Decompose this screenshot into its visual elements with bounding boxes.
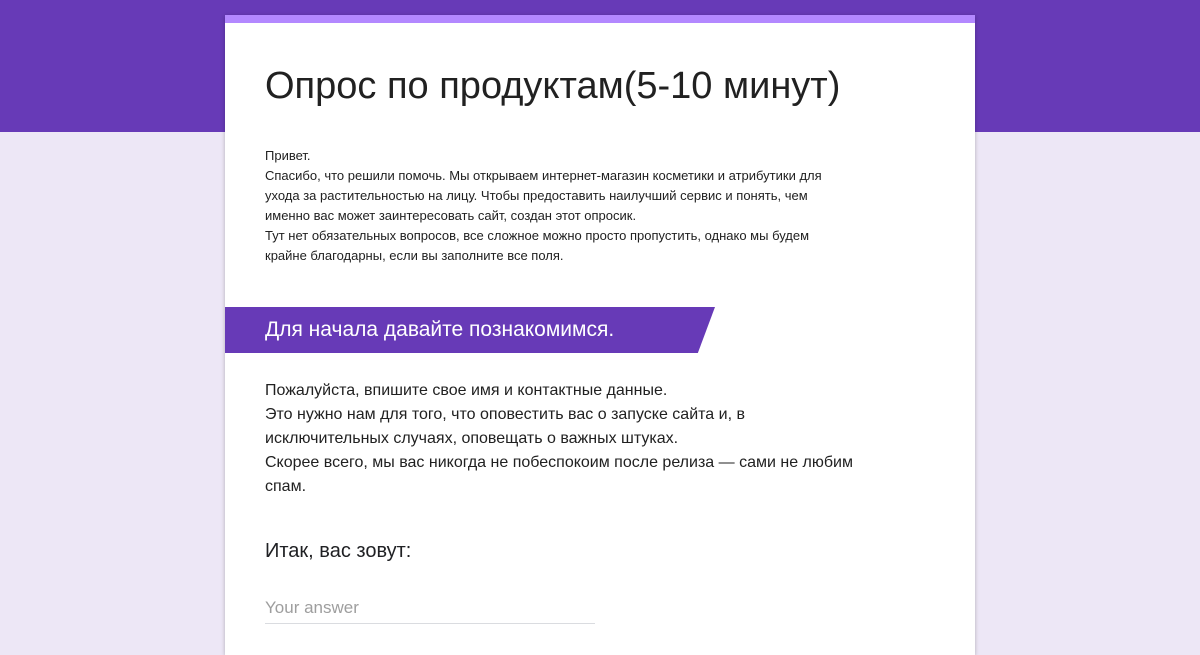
section-description-line: Скорее всего, мы вас никогда не побеспок…	[265, 454, 853, 471]
section-description-line: Пожалуйста, впишите свое имя и контактны…	[265, 382, 668, 399]
form-description-line: именно вас может заинтересовать сайт, со…	[265, 208, 637, 223]
section-description: Пожалуйста, впишите свое имя и контактны…	[265, 379, 955, 499]
form-description: Привет. Спасибо, что решили помочь. Мы о…	[265, 146, 955, 266]
form-description-line: Тут нет обязательных вопросов, все сложн…	[265, 228, 810, 243]
form-description-line: Привет.	[265, 148, 311, 163]
section-description-line: Это нужно нам для того, что оповестить в…	[265, 406, 745, 423]
answer-input[interactable]	[265, 593, 595, 624]
form-description-line: Спасибо, что решили помочь. Мы открываем…	[265, 168, 822, 183]
section-header-banner: Для начала давайте познакомимся.	[225, 307, 715, 353]
card-accent-bar	[225, 15, 975, 23]
section-description-line: исключительных случаях, оповещать о важн…	[265, 430, 679, 447]
form-description-line: крайне благодарны, если вы заполните все…	[265, 248, 564, 263]
form-card: Опрос по продуктам(5-10 минут) Привет. С…	[225, 15, 975, 655]
question-title: Итак, вас зовут:	[265, 540, 412, 562]
form-title: Опрос по продуктам(5-10 минут)	[265, 65, 841, 107]
section-description-line: спам.	[265, 478, 307, 495]
section-title: Для начала давайте познакомимся.	[265, 318, 615, 341]
form-description-line: ухода за растительностью на лицу. Чтобы …	[265, 188, 808, 203]
